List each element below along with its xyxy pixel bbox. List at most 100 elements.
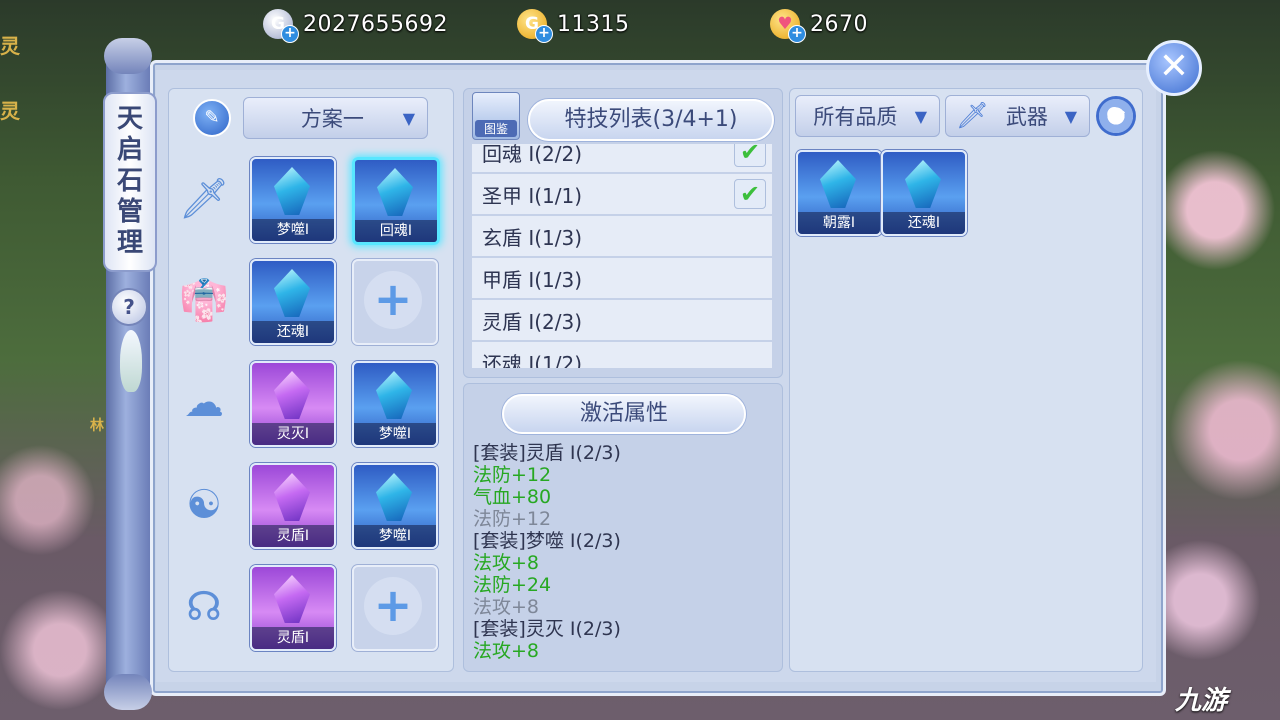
stone-name: 灵盾Ⅰ <box>252 627 334 649</box>
belt-category-icon: ☊ <box>186 584 222 630</box>
quality-filter-dropdown[interactable]: 所有品质 ▼ <box>795 95 940 137</box>
skill-list-item[interactable]: 玄盾 Ⅰ(1/3) <box>472 216 772 256</box>
weapon-category-icon: 🗡 <box>178 176 230 222</box>
checkmark-icon: ✔ <box>734 144 766 167</box>
title-char: 启 <box>116 135 143 165</box>
attribute-line: 法攻+8 <box>473 640 540 662</box>
attribute-line: 法防+24 <box>473 574 552 596</box>
background-text: 灵 <box>0 34 20 58</box>
tassel-ornament <box>120 330 142 392</box>
empty-slot-button[interactable]: + <box>352 565 438 651</box>
title-char: 理 <box>116 228 143 258</box>
title-plate: 天 启 石 管 理 <box>103 92 157 272</box>
gold-currency: G + 11315 <box>517 6 630 43</box>
skill-list-item[interactable]: 灵盾 Ⅰ(2/3) <box>472 300 772 340</box>
attribute-line: 气血+80 <box>473 486 552 508</box>
attribute-line: 法防+12 <box>473 464 552 486</box>
stone-slot[interactable]: 灵盾Ⅰ <box>250 565 336 651</box>
stone-slot[interactable]: 还魂Ⅰ <box>250 259 336 345</box>
skill-list-item[interactable]: 还魂 Ⅰ(1/2) <box>472 342 772 368</box>
help-button[interactable]: ? <box>110 288 148 326</box>
heart-amount: 2670 <box>810 11 868 37</box>
codex-button[interactable]: 图鉴 <box>472 92 520 140</box>
add-heart-button[interactable]: + <box>788 25 806 43</box>
attribute-lines: [套装]灵盾 Ⅰ(2/3) 法防+12 气血+80 法防+12 [套装]梦噬 Ⅰ(2/3… <box>473 442 773 662</box>
stone-name: 还魂Ⅰ <box>252 321 334 343</box>
heart-currency: ♥ + 2670 <box>770 6 868 43</box>
stone-name: 梦噬Ⅰ <box>354 423 436 445</box>
skill-name: 玄盾 Ⅰ(1/3) <box>482 225 583 250</box>
gem-icon <box>274 473 310 521</box>
weapon-icon: 🗡 <box>956 101 990 131</box>
scroll-rod-cap <box>104 674 152 710</box>
type-filter-label: 武器 <box>1005 105 1048 129</box>
page-title: 天 启 石 管 理 <box>105 104 155 259</box>
skill-list[interactable]: 回魂 Ⅰ(2/2) ✔ 圣甲 Ⅰ(1/1) ✔ 玄盾 Ⅰ(1/3) 甲盾 Ⅰ(1/3) 灵盾… <box>472 144 772 368</box>
gold-coin-icon: G + <box>517 9 553 43</box>
add-silver-button[interactable]: + <box>281 25 299 43</box>
chevron-down-icon: ▼ <box>1064 106 1077 126</box>
stone-name: 还魂Ⅰ <box>883 212 965 234</box>
silver-coin-icon: G + <box>263 9 299 43</box>
gem-icon <box>820 160 856 208</box>
attribute-line: 法防+12 <box>473 508 552 530</box>
gem-icon <box>274 269 310 317</box>
stone-slot[interactable]: 灵盾Ⅰ <box>250 463 336 549</box>
helmet-category-icon: ☯ <box>186 482 222 528</box>
stone-slot[interactable]: 灵灭Ⅰ <box>250 361 336 447</box>
skill-name: 甲盾 Ⅰ(1/3) <box>482 267 583 292</box>
edit-plan-button[interactable]: ✎ <box>193 99 231 137</box>
skill-list-item[interactable]: 回魂 Ⅰ(2/2) ✔ <box>472 144 772 172</box>
stone-name: 朝露Ⅰ <box>798 212 880 234</box>
codex-label: 图鉴 <box>475 120 517 137</box>
stone-name: 回魂Ⅰ <box>355 220 437 242</box>
skill-list-item[interactable]: 甲盾 Ⅰ(1/3) <box>472 258 772 298</box>
skill-name: 还魂 Ⅰ(1/2) <box>482 351 583 369</box>
scroll-rod-cap <box>104 38 152 74</box>
empty-slot-button[interactable]: + <box>352 259 438 345</box>
stone-name: 灵灭Ⅰ <box>252 423 334 445</box>
pencil-icon: ✎ <box>204 107 220 128</box>
background-text: 灵 <box>0 99 20 123</box>
gold-amount: 11315 <box>557 11 630 37</box>
gem-icon <box>274 167 310 215</box>
attribute-line: 法攻+8 <box>473 596 540 618</box>
chevron-down-icon: ▼ <box>402 108 415 128</box>
refresh-button[interactable]: ⟳ <box>1096 96 1136 136</box>
title-char: 管 <box>116 197 143 227</box>
set-bonus-header: [套装]灵灭 Ⅰ(2/3) <box>473 618 621 640</box>
set-bonus-header: [套装]灵盾 Ⅰ(2/3) <box>473 442 621 464</box>
stone-slot[interactable]: 还魂Ⅰ <box>881 150 967 236</box>
add-icon: + <box>364 271 422 329</box>
stone-slot[interactable]: 回魂Ⅰ <box>352 157 440 245</box>
heart-coin-icon: ♥ + <box>770 9 806 43</box>
silver-currency: G + 2027655692 <box>263 6 448 43</box>
add-gold-button[interactable]: + <box>535 25 553 43</box>
stone-name: 梦噬Ⅰ <box>252 219 334 241</box>
stone-name: 梦噬Ⅰ <box>354 525 436 547</box>
watermark: 九游 <box>1175 686 1228 716</box>
chevron-down-icon: ▼ <box>914 106 927 126</box>
stone-slot[interactable]: 梦噬Ⅰ <box>250 157 336 243</box>
gem-icon <box>376 473 412 521</box>
attributes-title: 激活属性 <box>502 394 746 434</box>
close-button[interactable]: ✕ <box>1146 40 1202 96</box>
gem-icon <box>376 371 412 419</box>
refresh-icon: ⟳ <box>1106 103 1126 128</box>
stone-name: 灵盾Ⅰ <box>252 525 334 547</box>
gem-icon <box>377 168 413 216</box>
skill-list-item[interactable]: 圣甲 Ⅰ(1/1) ✔ <box>472 174 772 214</box>
attribute-line: 法攻+8 <box>473 552 540 574</box>
boots-category-icon: ☁ <box>184 380 224 426</box>
stone-slot[interactable]: 梦噬Ⅰ <box>352 463 438 549</box>
skill-name: 回魂 Ⅰ(2/2) <box>482 144 583 166</box>
stone-slot[interactable]: 朝露Ⅰ <box>796 150 882 236</box>
gem-icon <box>274 575 310 623</box>
skills-title: 特技列表(3/4+1) <box>528 99 774 141</box>
title-char: 天 <box>116 104 143 134</box>
stone-slot[interactable]: 梦噬Ⅰ <box>352 361 438 447</box>
type-filter-dropdown[interactable]: 🗡 武器 ▼ <box>945 95 1090 137</box>
add-icon: + <box>364 577 422 635</box>
gem-icon <box>274 371 310 419</box>
plan-dropdown[interactable]: 方案一 ▼ <box>243 97 428 139</box>
